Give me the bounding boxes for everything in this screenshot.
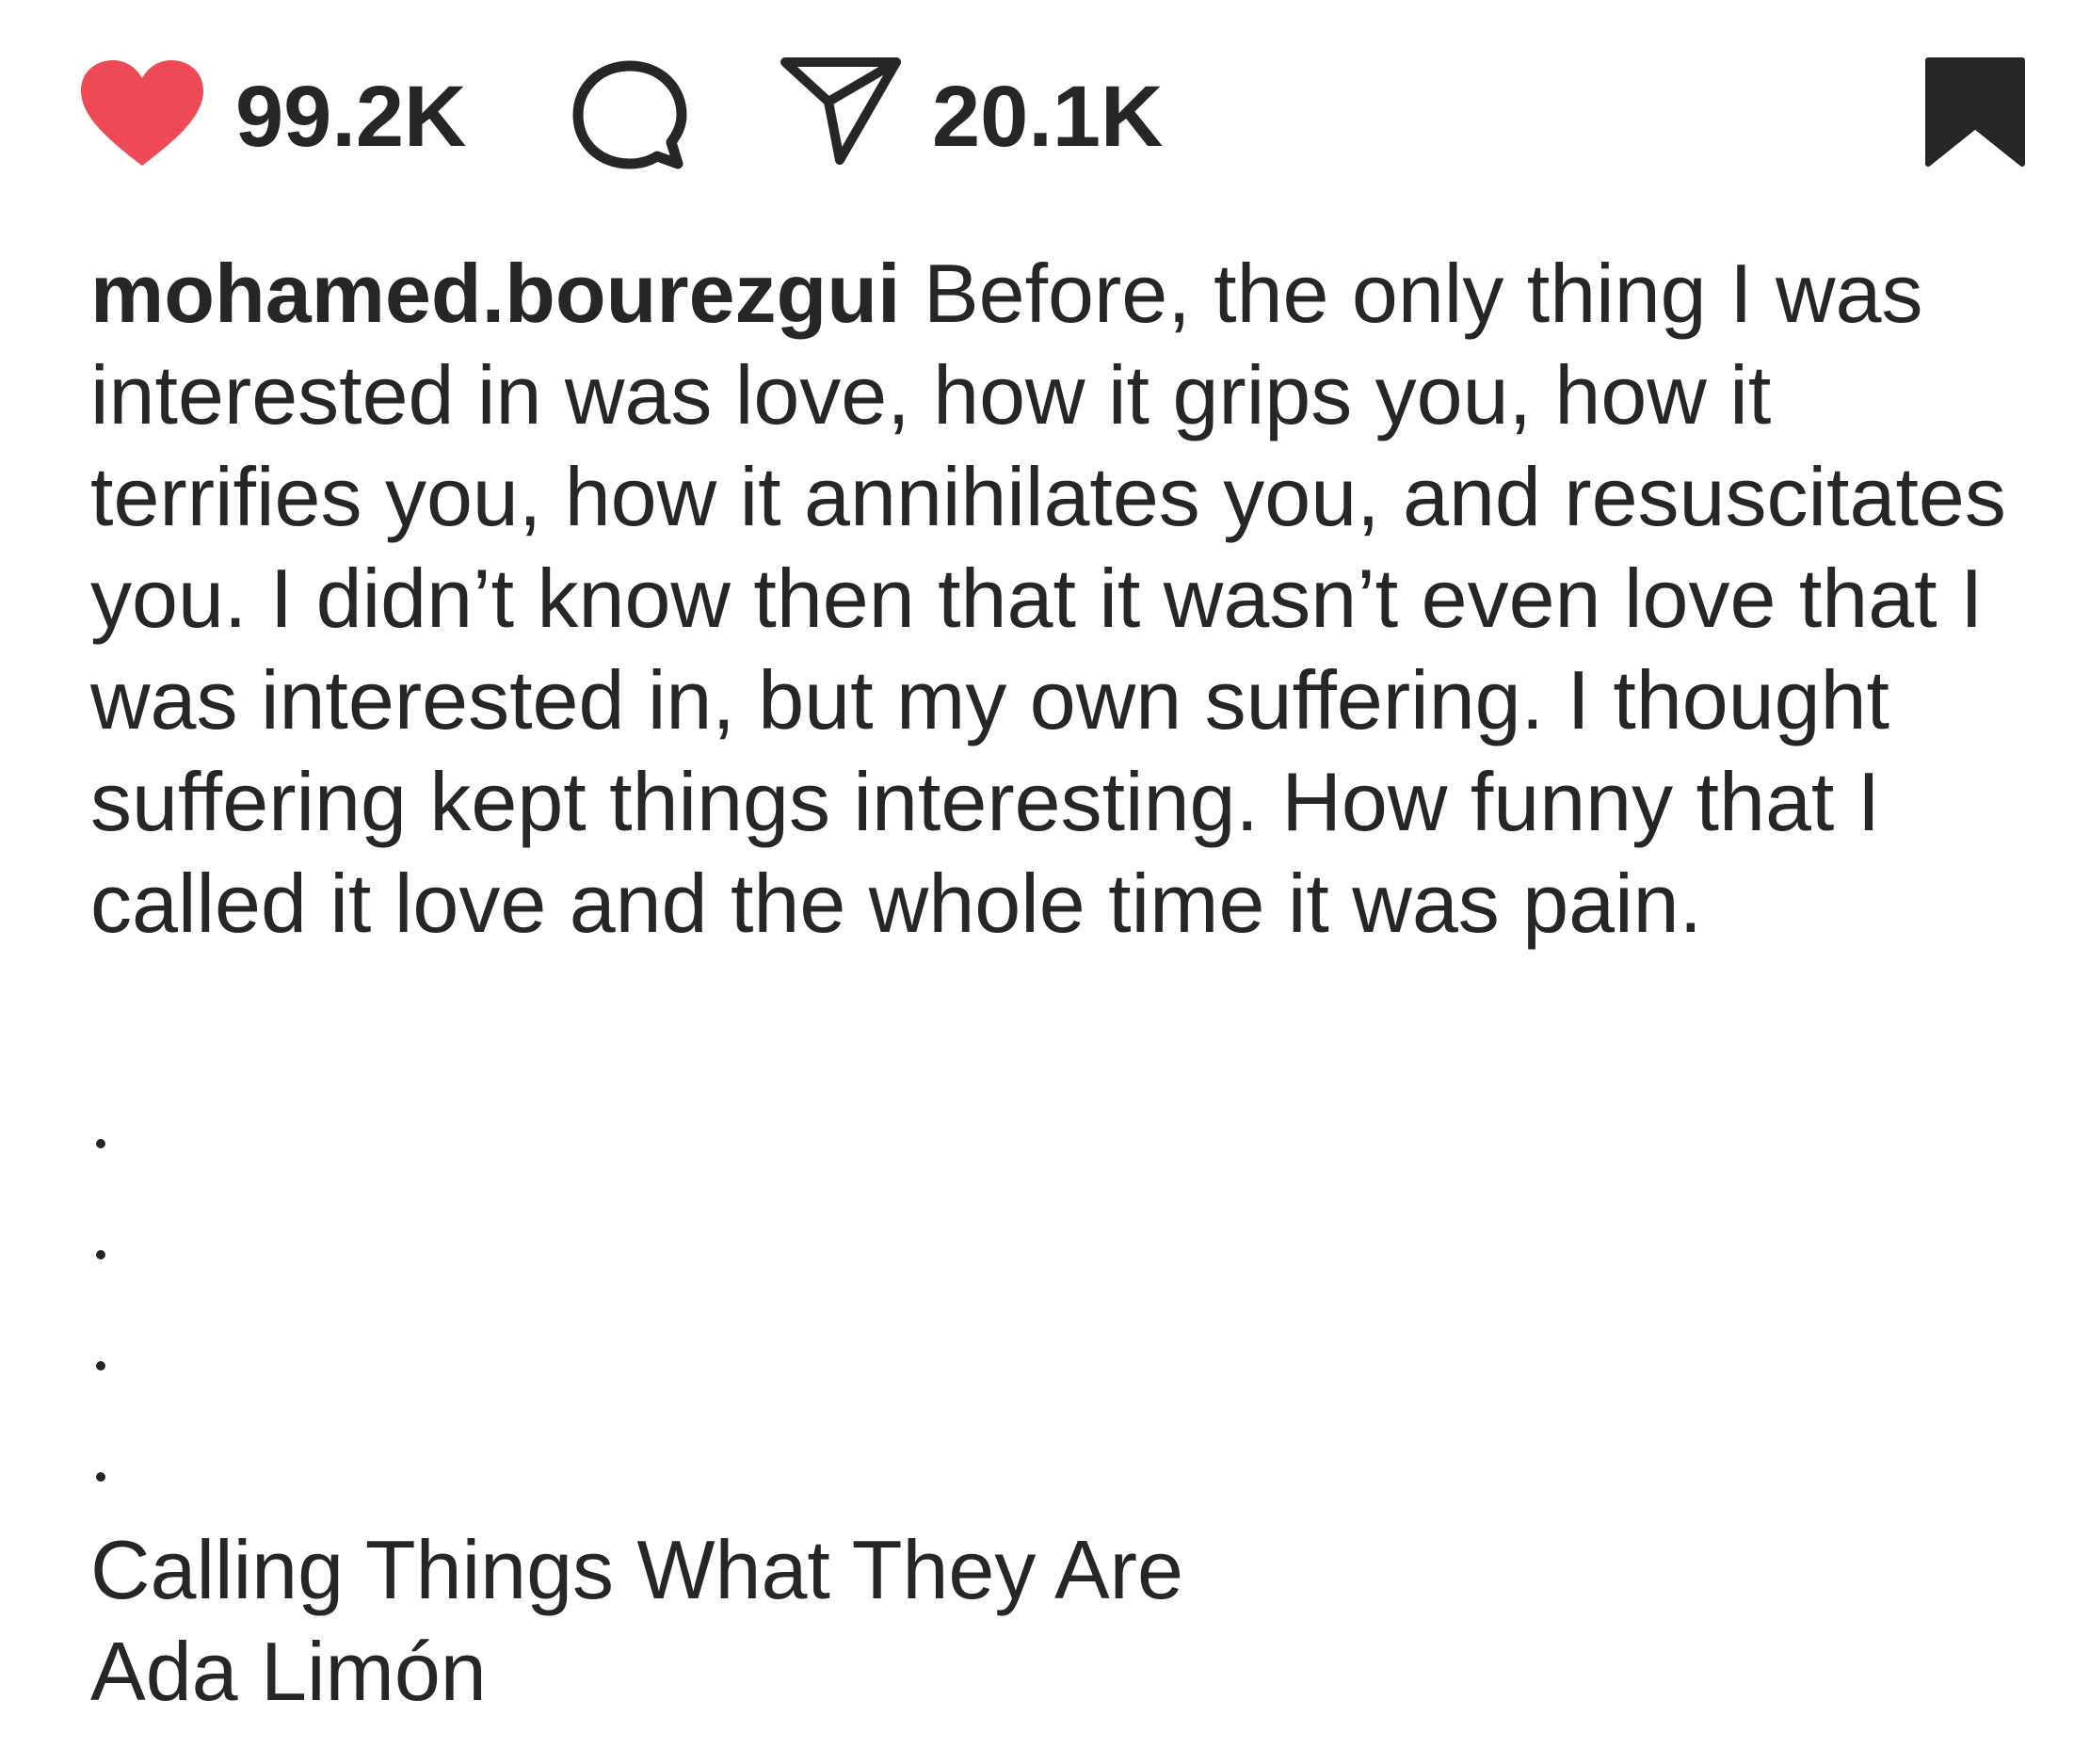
paper-plane-icon (780, 57, 901, 165)
action-bar: 99.2K 20.1K (0, 0, 2090, 216)
share-button[interactable] (778, 55, 904, 166)
save-button[interactable] (1924, 56, 2026, 168)
caption-username[interactable]: mohamed.bourezgui (90, 247, 901, 340)
like-button[interactable] (79, 58, 205, 169)
post-caption: mohamed.bourezgui Before, the only thing… (90, 243, 2011, 954)
separator-dot (96, 1472, 105, 1482)
bookmark-icon (1925, 57, 2025, 167)
comment-button[interactable] (571, 58, 689, 173)
separator-dot (96, 1361, 105, 1371)
caption-text: Before, the only thing I was interested … (90, 247, 2006, 950)
poem-title: Calling Things What They Are (90, 1523, 1183, 1616)
separator-dot (96, 1139, 105, 1148)
like-count[interactable]: 99.2K (235, 73, 467, 160)
poem-author: Ada Limón (90, 1625, 487, 1718)
comment-icon (572, 60, 687, 169)
share-count[interactable]: 20.1K (932, 73, 1164, 160)
heart-icon (81, 60, 203, 166)
separator-dot (96, 1250, 105, 1259)
